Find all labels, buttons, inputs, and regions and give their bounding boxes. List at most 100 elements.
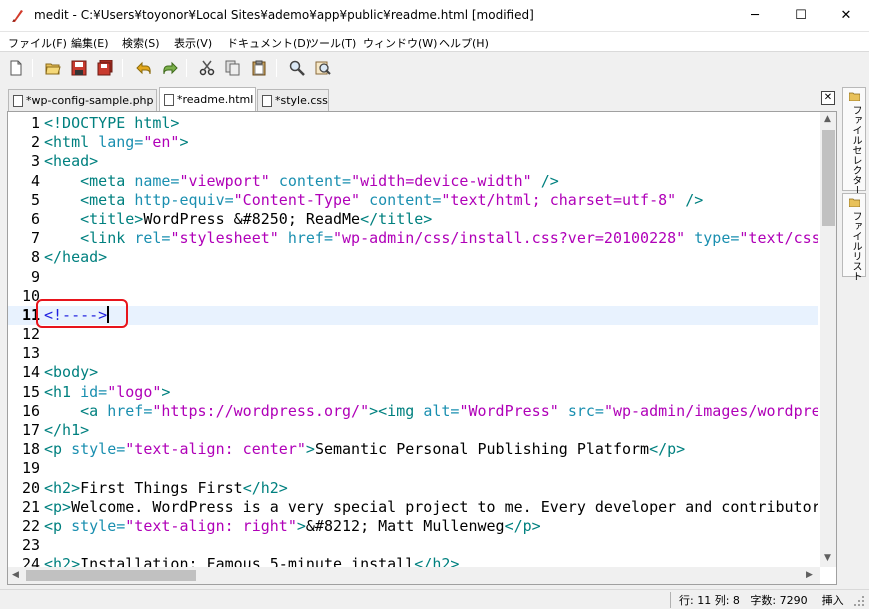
cut-icon[interactable]: [196, 57, 218, 79]
code-line[interactable]: 21 <p>Welcome. WordPress is a very specia…: [8, 498, 818, 517]
scroll-up-icon[interactable]: ▲: [824, 114, 831, 124]
minimize-button[interactable]: ─: [732, 0, 778, 32]
code-token: <a: [80, 401, 108, 420]
side-tab-file-selector[interactable]: ファイルセレクター: [842, 87, 866, 195]
code-token: <meta: [80, 190, 135, 209]
paste-icon[interactable]: [248, 57, 270, 79]
code-token: <head>: [44, 152, 99, 171]
scroll-down-icon[interactable]: ▼: [824, 553, 831, 563]
code-token: &#8212; Matt Mullenweg: [305, 516, 505, 535]
document-tab-bar: *wp-config-sample.php *readme.html *styl…: [0, 87, 840, 111]
code-lines[interactable]: 1 <!DOCTYPE html> 2 <html lang="en"> 3 <head>…: [8, 114, 818, 575]
code-token: "text/html; charset=utf-8": [441, 190, 677, 209]
code-line[interactable]: 7 <link rel="stylesheet" href="wp-admin/…: [8, 229, 818, 248]
code-line[interactable]: 19: [8, 459, 818, 478]
line-number: 22: [21, 516, 40, 535]
code-line[interactable]: 5 <meta http-equiv="Content-Type" conten…: [8, 191, 818, 210]
line-number: 15: [21, 382, 40, 401]
code-token: "text-align: right": [125, 516, 297, 535]
scroll-right-icon[interactable]: ▶: [806, 570, 813, 580]
code-token: <p: [44, 516, 72, 535]
code-line[interactable]: 11 <!---->: [8, 305, 818, 326]
menu-edit[interactable]: 編集(E): [71, 35, 109, 51]
save-all-icon[interactable]: [94, 57, 116, 79]
folder-icon: [849, 92, 860, 101]
tab-wp-config-sample[interactable]: *wp-config-sample.php: [8, 89, 157, 111]
code-text: <p style="text-align: center">Semantic P…: [40, 440, 685, 459]
menu-document[interactable]: ドキュメント(D): [227, 35, 310, 51]
status-info: 行: 11 列: 8 字数: 7290 挿入: [670, 592, 844, 608]
line-number: 5: [30, 190, 40, 209]
copy-icon[interactable]: [222, 57, 244, 79]
menu-search[interactable]: 検索(S): [122, 35, 160, 51]
resize-grip-icon[interactable]: [852, 594, 866, 608]
code-line[interactable]: 14 <body>: [8, 363, 818, 382]
close-button[interactable]: ✕: [823, 0, 869, 32]
horizontal-scroll-thumb[interactable]: [26, 570, 196, 581]
menu-bar: ファイル(F) 編集(E) 検索(S) 表示(V) ドキュメント(D) ツール(…: [0, 32, 869, 52]
scroll-left-icon[interactable]: ◀: [12, 570, 19, 580]
code-token: http-equiv=: [134, 190, 234, 209]
code-line[interactable]: 16 <a href="https://wordpress.org/"><img…: [8, 402, 818, 421]
horizontal-scrollbar[interactable]: ◀ ▶: [8, 567, 820, 584]
code-token: "stylesheet": [170, 229, 279, 248]
menu-view[interactable]: 表示(V): [174, 35, 212, 51]
menu-file[interactable]: ファイル(F): [8, 35, 67, 51]
code-line[interactable]: 8 </head>: [8, 248, 818, 267]
code-token: <title>: [80, 209, 144, 228]
code-line[interactable]: 17 </h1>: [8, 421, 818, 440]
close-tab-icon[interactable]: ✕: [821, 91, 835, 105]
code-token: ><img: [369, 401, 424, 420]
code-text: <!DOCTYPE html>: [40, 114, 179, 133]
vertical-scrollbar[interactable]: ▲ ▼: [820, 112, 836, 567]
code-token: style=: [71, 516, 126, 535]
menu-tools[interactable]: ツール(T): [308, 35, 356, 51]
code-line[interactable]: 1 <!DOCTYPE html>: [8, 114, 818, 133]
code-line[interactable]: 3 <head>: [8, 152, 818, 171]
code-line[interactable]: 10: [8, 287, 818, 306]
code-line[interactable]: 23: [8, 536, 818, 555]
line-number: 8: [30, 248, 40, 267]
line-number: 18: [21, 440, 40, 459]
code-line[interactable]: 2 <html lang="en">: [8, 133, 818, 152]
window-title: medit - C:¥Users¥toyonor¥Local Sites¥ade…: [34, 8, 534, 22]
document-icon: [13, 94, 23, 107]
code-line[interactable]: 18 <p style="text-align: center">Semantic…: [8, 440, 818, 459]
code-editor[interactable]: 1 <!DOCTYPE html> 2 <html lang="en"> 3 <head>…: [7, 111, 837, 585]
code-text: <meta http-equiv="Content-Type" content=…: [40, 191, 703, 210]
menu-help[interactable]: ヘルプ(H): [439, 35, 489, 51]
redo-icon[interactable]: [159, 57, 181, 79]
open-icon[interactable]: [42, 57, 64, 79]
cursor-position: 行: 11 列: 8: [679, 594, 740, 607]
new-icon[interactable]: [5, 57, 27, 79]
menu-window[interactable]: ウィンドウ(W): [363, 35, 437, 51]
code-line[interactable]: 12: [8, 325, 818, 344]
code-line[interactable]: 15 <h1 id="logo">: [8, 383, 818, 402]
input-mode: 挿入: [821, 594, 844, 607]
save-icon[interactable]: [68, 57, 90, 79]
side-tab-file-list[interactable]: ファイルリスト: [842, 193, 866, 281]
code-token: href=: [107, 401, 153, 420]
tab-style-css[interactable]: *style.css: [257, 89, 329, 111]
code-line[interactable]: 4 <meta name="viewport" content="width=d…: [8, 172, 818, 191]
find-icon[interactable]: [286, 57, 308, 79]
line-number: 16: [21, 401, 40, 420]
undo-icon[interactable]: [133, 57, 155, 79]
code-token: "width=device-width": [351, 171, 532, 190]
tab-readme[interactable]: *readme.html: [159, 87, 256, 111]
line-number: 12: [21, 325, 40, 344]
code-line[interactable]: 9: [8, 268, 818, 287]
code-line[interactable]: 6 <title>WordPress &#8250; ReadMe</title…: [8, 210, 818, 229]
line-number: 19: [21, 459, 40, 478]
code-line[interactable]: 20 <h2>First Things First</h2>: [8, 479, 818, 498]
vertical-scroll-thumb[interactable]: [822, 130, 835, 226]
code-line[interactable]: 22 <p style="text-align: right">&#8212; M…: [8, 517, 818, 536]
code-text: <h2>First Things First</h2>: [40, 479, 288, 498]
maximize-button[interactable]: ☐: [778, 0, 824, 32]
line-number: 3: [30, 152, 40, 171]
code-line[interactable]: 13: [8, 344, 818, 363]
replace-icon[interactable]: [312, 57, 334, 79]
